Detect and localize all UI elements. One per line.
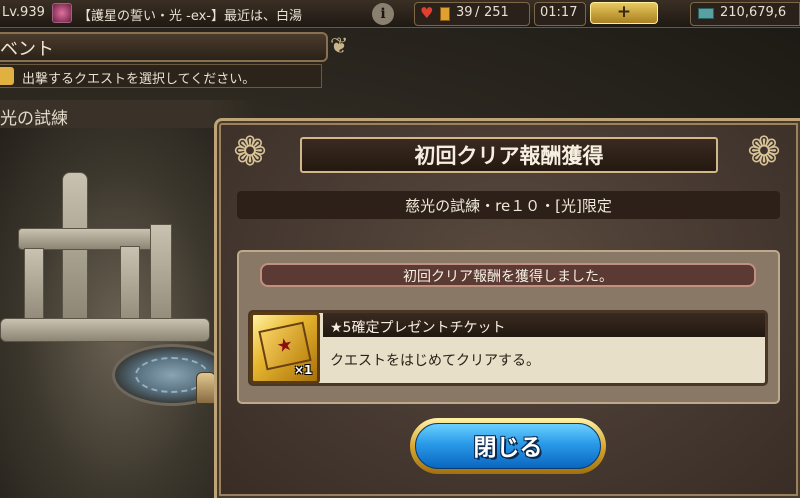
instruction-marker-icon [0, 67, 14, 85]
info-icon[interactable]: i [372, 3, 394, 25]
stamina-current: 39 [456, 5, 473, 20]
ornament-corner-icon: ❁ [233, 129, 267, 175]
ornament-corner-icon: ❁ [747, 129, 781, 175]
quest-name[interactable]: 光の試練 [0, 104, 68, 129]
stamina-stone-icon [440, 7, 450, 21]
ruin-base [0, 318, 210, 342]
heart-icon: ♥ [420, 4, 434, 22]
stamina-separator: / [475, 5, 480, 20]
stamina-timer: 01:17 [540, 5, 578, 20]
map-illustration [0, 128, 240, 498]
ruin-pillar [24, 248, 44, 328]
ornament-icon: ❦ [330, 34, 349, 59]
gold-amount: 210,679,6 [720, 5, 787, 20]
player-character [196, 372, 216, 404]
player-level: Lv.939 [2, 5, 45, 20]
event-title: ベント [0, 39, 54, 60]
stage-name: 慈光の試練・re１０・[光]限定 [405, 197, 612, 215]
add-stamina-button[interactable]: + [590, 2, 658, 24]
stamina-max: 251 [484, 5, 509, 20]
item-quantity: ×1 [294, 363, 313, 377]
avatar[interactable] [52, 3, 72, 23]
close-button-label[interactable]: 閉じる [410, 428, 606, 462]
reward-header: 初回クリア報酬を獲得しました。 [403, 269, 613, 285]
reward-item-name: ★5確定プレゼントチケット [330, 320, 506, 336]
instruction-text: 出撃するクエストを選択してください。 [22, 72, 256, 87]
reward-item-description: クエストをはじめてクリアする。 [330, 353, 540, 369]
news-ticker[interactable]: 【護星の誓い・光 -ex-】最近は、白湯 [78, 5, 368, 24]
modal-title: 初回クリア報酬獲得 [414, 144, 604, 168]
money-icon [698, 8, 714, 19]
